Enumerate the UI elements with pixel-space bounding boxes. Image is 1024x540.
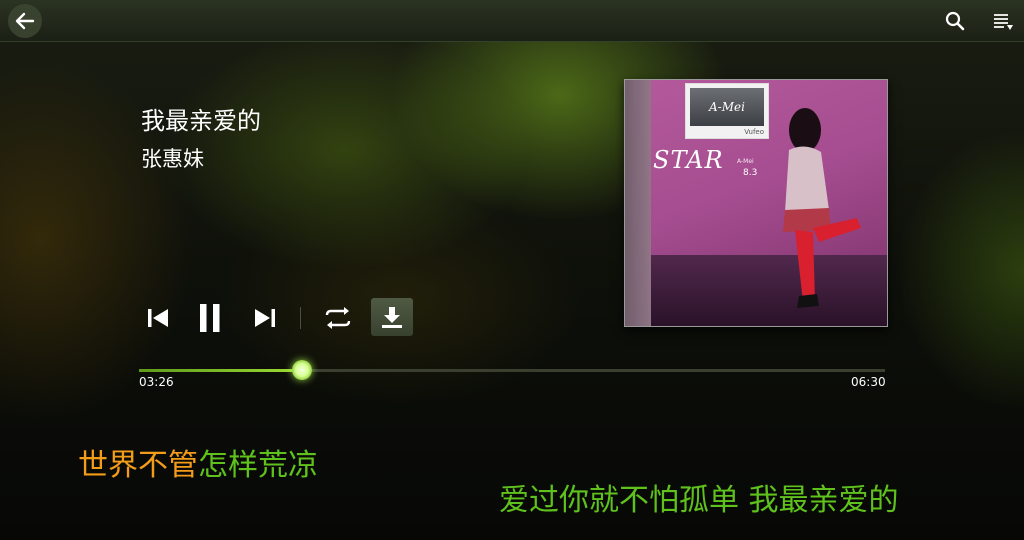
album-cover-title: STAR	[653, 146, 724, 174]
search-button[interactable]	[944, 10, 966, 32]
download-button[interactable]	[371, 298, 413, 336]
top-bar	[0, 0, 1024, 42]
current-time: 03:26	[139, 375, 174, 389]
lyric-sung-part: 世界不管	[78, 448, 198, 483]
search-icon	[945, 11, 965, 31]
download-icon	[382, 307, 402, 328]
back-button[interactable]	[8, 4, 42, 38]
album-figure	[783, 108, 861, 308]
previous-button[interactable]	[144, 304, 172, 332]
pause-icon	[200, 304, 220, 332]
album-art: A-Mei Vufeo STAR A-Mei 8.3	[624, 79, 888, 327]
next-button[interactable]	[251, 304, 279, 332]
current-lyric-line: 世界不管怎样荒凉	[78, 440, 318, 484]
album-side-panel	[625, 80, 651, 326]
repeat-icon	[325, 307, 351, 329]
total-time: 06:30	[851, 375, 886, 389]
repeat-button[interactable]	[322, 304, 354, 332]
album-logo-text: A-Mei	[690, 88, 764, 126]
skip-next-icon	[255, 309, 275, 327]
progress-fill	[139, 369, 302, 372]
arrow-left-icon	[15, 12, 35, 30]
progress-thumb[interactable]	[291, 360, 312, 380]
next-lyric-line: 爱过你就不怕孤单 我最亲爱的	[499, 483, 899, 518]
playlist-button[interactable]	[992, 10, 1014, 32]
progress-bar[interactable]	[139, 360, 885, 380]
artist-name: 张惠妹	[141, 147, 204, 171]
controls-divider	[300, 307, 301, 329]
pause-button[interactable]	[196, 302, 224, 334]
playlist-icon	[994, 14, 1013, 30]
album-cover-small-text: A-Mei	[737, 158, 754, 165]
skip-previous-icon	[148, 309, 168, 327]
song-title: 我最亲爱的	[141, 107, 261, 135]
lyric-unsung-part: 怎样荒凉	[198, 448, 318, 483]
